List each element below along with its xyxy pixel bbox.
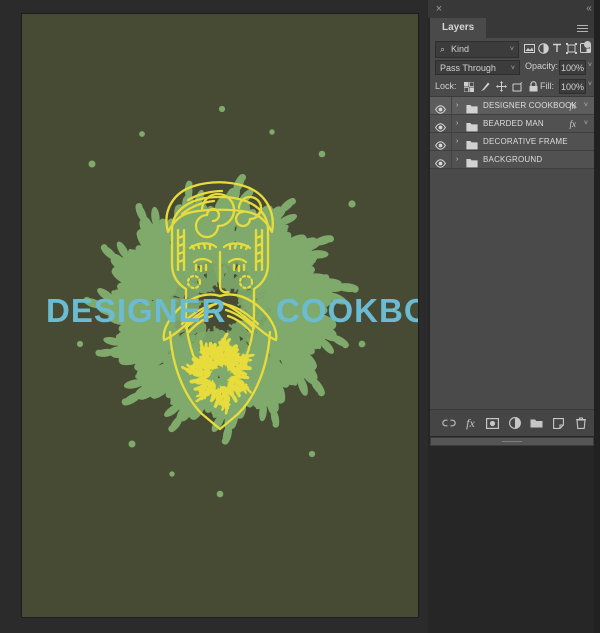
fill-chevron-down-icon[interactable]: ˅: [588, 81, 592, 88]
fill-label: Fill:: [540, 81, 554, 91]
layer-row-divider: [451, 115, 452, 132]
delete-layer-icon[interactable]: [573, 416, 588, 431]
filter-enable-toggle[interactable]: [584, 41, 591, 48]
layer-effects-fx-icon[interactable]: fx: [570, 101, 577, 111]
lock-transparent-pixels-icon[interactable]: [461, 79, 477, 94]
right-dock: × « Layers ⌕ Kind ˅ Pass Through ˅ Opaci…: [428, 0, 600, 633]
add-layer-style-icon[interactable]: fx: [463, 416, 478, 431]
link-layers-icon[interactable]: [441, 416, 456, 431]
layer-row-divider: [451, 97, 452, 114]
filter-adjustment-icon[interactable]: [536, 40, 550, 56]
filter-kind-select[interactable]: ⌕ Kind ˅: [435, 41, 519, 58]
layer-group-folder-icon: [466, 137, 478, 150]
layer-effects-chevron-down-icon[interactable]: ˅: [584, 120, 588, 127]
lock-all-icon[interactable]: [525, 79, 541, 94]
layer-filter-bar: ⌕ Kind ˅: [430, 38, 594, 58]
lock-label: Lock:: [435, 81, 457, 91]
opacity-chevron-down-icon[interactable]: ˅: [588, 62, 592, 69]
filter-kind-label: Kind: [451, 44, 470, 54]
artwork-svg: DESIGNER COOKBOOK: [22, 14, 418, 617]
new-adjustment-layer-icon[interactable]: [507, 416, 522, 431]
layer-row[interactable]: › BEARDED MAN fx ˅: [430, 115, 594, 133]
close-icon[interactable]: ×: [433, 3, 445, 15]
layer-row-divider: [451, 133, 452, 150]
filter-pixel-icon[interactable]: [522, 40, 536, 56]
panel-tab-row: Layers: [430, 18, 594, 38]
artwork-title-right: COOKBOOK: [276, 292, 418, 329]
panel-menu-icon[interactable]: [577, 25, 588, 32]
filter-shape-icon[interactable]: [564, 40, 578, 56]
layers-panel-toolbar: fx: [430, 409, 594, 436]
filter-type-icons: [522, 40, 592, 56]
layer-visibility-eye-icon[interactable]: [435, 137, 446, 150]
lock-position-icon[interactable]: [493, 79, 509, 94]
artwork-illustration: DESIGNER COOKBOOK: [22, 14, 418, 617]
dock-title-bar: × «: [428, 0, 600, 18]
layer-row[interactable]: › DESIGNER COOKBOOK fx ˅: [430, 97, 594, 115]
layer-visibility-eye-icon[interactable]: [435, 119, 446, 132]
layers-panel: Layers ⌕ Kind ˅ Pass Through ˅ Opacity: …: [430, 18, 594, 436]
opacity-label: Opacity:: [525, 61, 559, 71]
layer-list[interactable]: › DESIGNER COOKBOOK fx ˅ › BEARDED MAN fx ˅ › DEC…: [430, 96, 594, 410]
artwork-canvas[interactable]: DESIGNER COOKBOOK: [22, 14, 418, 617]
new-layer-icon[interactable]: [551, 416, 566, 431]
expand-group-chevron-icon[interactable]: ›: [456, 138, 458, 145]
chevron-down-icon: ˅: [509, 46, 514, 53]
dock-right-edge: [594, 0, 600, 633]
search-icon: ⌕: [440, 44, 446, 54]
blend-opacity-row: Pass Through ˅ Opacity: 100% ˅: [430, 58, 594, 77]
document-area: DESIGNER COOKBOOK: [0, 0, 428, 633]
layer-row[interactable]: › DECORATIVE FRAME: [430, 133, 594, 151]
layer-group-folder-icon: [466, 155, 478, 168]
artwork-title-left: DESIGNER: [46, 292, 226, 329]
layer-row[interactable]: › BACKGROUND: [430, 151, 594, 169]
new-group-icon[interactable]: [529, 416, 544, 431]
blend-mode-select[interactable]: Pass Through ˅: [435, 60, 520, 75]
chevron-down-icon: ˅: [510, 65, 515, 72]
blend-mode-value: Pass Through: [440, 63, 496, 73]
layer-name: BACKGROUND: [483, 155, 543, 164]
opacity-input[interactable]: 100%: [559, 60, 586, 75]
layer-group-folder-icon: [466, 119, 478, 132]
fill-input[interactable]: 100%: [559, 79, 586, 94]
tab-layers[interactable]: Layers: [430, 18, 487, 38]
layer-name: DESIGNER COOKBOOK: [483, 101, 578, 110]
lock-image-pixels-icon[interactable]: [477, 79, 493, 94]
add-layer-mask-icon[interactable]: [485, 416, 500, 431]
photoshop-window: DESIGNER COOKBOOK × « Layers ⌕ Kind ˅: [0, 0, 600, 633]
lock-fill-row: Lock: Fill: 100% ˅: [430, 77, 594, 96]
lock-artboard-nesting-icon[interactable]: [509, 79, 525, 94]
layer-name: BEARDED MAN: [483, 119, 544, 128]
layer-visibility-eye-icon[interactable]: [435, 155, 446, 168]
layer-effects-chevron-down-icon[interactable]: ˅: [584, 102, 588, 109]
filter-type-icon[interactable]: [550, 40, 564, 56]
panel-resize-grip[interactable]: [430, 437, 594, 446]
layer-visibility-eye-icon[interactable]: [435, 101, 446, 114]
expand-group-chevron-icon[interactable]: ›: [456, 102, 458, 109]
layer-row-divider: [451, 151, 452, 168]
layer-group-folder-icon: [466, 101, 478, 114]
expand-group-chevron-icon[interactable]: ›: [456, 156, 458, 163]
layer-effects-fx-icon[interactable]: fx: [570, 119, 577, 129]
lock-icons: [461, 79, 541, 94]
layer-name: DECORATIVE FRAME: [483, 137, 568, 146]
expand-group-chevron-icon[interactable]: ›: [456, 120, 458, 127]
